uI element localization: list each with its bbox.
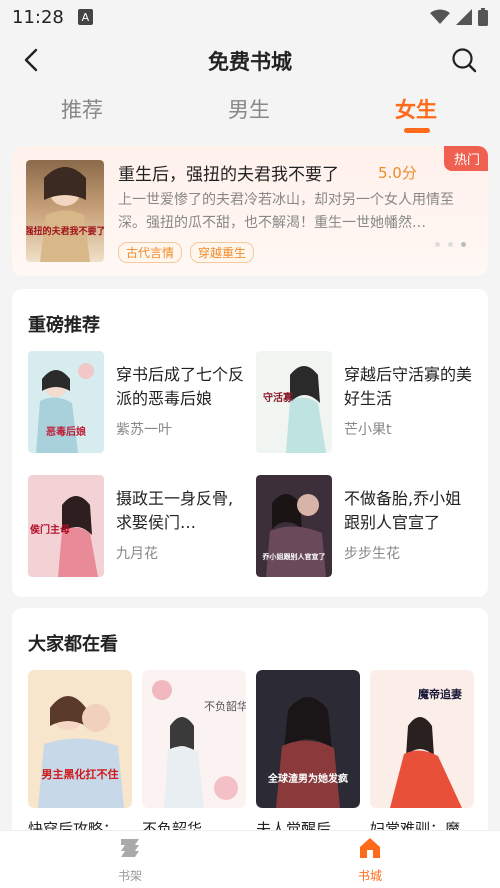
search-icon[interactable] [450,46,478,74]
popular-book-item[interactable]: 男主黑化扛不住 快穿后攻略： [28,670,132,838]
carousel-dots [435,242,466,247]
book-cover: 守活寡 [256,351,332,453]
nav-bookstore[interactable]: 书城 [330,835,410,884]
hot-book-description: 上一世爱惨了的夫君冷若冰山，却对另一个女人用情至深。强扭的瓜不甜，也不解渴！重生… [118,192,454,231]
hot-book-banner[interactable]: 强扭的夫君我不要了 重生后，强扭的夫君我不要了 5.0分 上一世爱惨了的夫君冷若… [12,146,488,276]
hot-book-title: 重生后，强扭的夫君我不要了 [118,165,339,185]
book-title: 穿书后成了七个反派的恶毒后娘 [116,365,245,408]
book-title: 穿越后守活寡的美好生活 [344,365,473,408]
tag-label: 古代言情 [118,242,183,263]
home-icon [360,838,380,858]
top-app-bar: 免费书城 [0,38,500,82]
carousel-dot [435,242,440,247]
svg-text:男主黑化扛不住: 男主黑化扛不住 [42,767,119,781]
popular-book-item[interactable]: 不负韶华 不负韶华 [142,670,246,838]
category-tabs: 推荐 男生 女生 [0,90,500,136]
nav-label: 书架 [117,869,142,883]
svg-text:不负韶华: 不负韶华 [204,699,246,713]
book-author: 九月花 [116,546,158,562]
featured-section: 重磅推荐 恶毒后娘 穿书后成了七个反派的恶毒后娘 紫苏一叶 守活寡 穿越后守活寡… [12,289,488,597]
popular-section: 大家都在看 男主黑化扛不住 快穿后攻略： 不负韶华 不负韶华 全球渣男为她发疯 … [12,608,488,838]
battery-icon [478,8,488,26]
book-cover: 恶毒后娘 [28,351,104,453]
book-cover: 魔帝追妻 [370,670,474,808]
book-author: 步步生花 [344,546,400,562]
featured-book-item[interactable]: 恶毒后娘 穿书后成了七个反派的恶毒后娘 紫苏一叶 [12,351,245,455]
featured-book-item[interactable]: 侯门主母 摄政王一身反骨,求娶侯门… 九月花 [12,475,242,579]
nav-label: 书城 [357,869,382,883]
nav-bookshelf[interactable]: 书架 [90,835,170,884]
tab-recommend[interactable]: 推荐 [61,94,103,124]
book-title: 摄政王一身反骨,求娶侯门… [116,489,234,532]
svg-text:恶毒后娘: 恶毒后娘 [46,425,86,438]
svg-text:侯门主母: 侯门主母 [30,523,70,536]
wifi-icon [430,9,450,24]
section-title: 大家都在看 [28,634,118,655]
tab-male[interactable]: 男生 [228,94,270,124]
status-bar: 11:28 A [0,0,500,34]
carousel-dot-active [461,242,466,247]
hot-badge: 热门 [443,146,488,171]
status-icons [430,8,488,26]
page-title: 免费书城 [208,50,292,74]
book-author: 紫苏一叶 [116,422,172,438]
book-author: 芒小果t [344,422,392,438]
svg-text:守活寡: 守活寡 [263,391,294,404]
status-time: 11:28 [12,6,64,28]
bookshelf-icon [121,839,139,857]
featured-book-item[interactable]: 守活寡 穿越后守活寡的美好生活 芒小果t [240,351,473,455]
notification-icon: A [77,9,93,25]
book-cover: 强扭的夫君我不要了 [26,160,104,262]
tag-label: 穿越重生 [190,242,255,263]
book-cover: 侯门主母 [28,475,104,577]
signal-icon [456,9,472,25]
book-cover: 不负韶华 [142,670,246,808]
svg-text:全球渣男为她发疯: 全球渣男为她发疯 [267,772,348,785]
bottom-navigation: 书架 书城 [0,830,500,888]
hot-book-tags: 古代言情 穿越重生 [118,242,255,263]
tab-female[interactable]: 女生 [395,94,437,124]
svg-text:强扭的夫君我不要了: 强扭的夫君我不要了 [26,225,104,237]
svg-text:魔帝追妻: 魔帝追妻 [418,687,462,701]
carousel-dot [448,242,453,247]
hot-book-score: 5.0分 [378,164,417,182]
featured-book-item[interactable]: 乔小姐跟别人官宣了 不做备胎,乔小姐跟别人官宣了 步步生花 [240,475,470,579]
svg-text:乔小姐跟别人官宣了: 乔小姐跟别人官宣了 [262,552,326,561]
popular-book-item[interactable]: 全球渣男为她发疯 夫人觉醒后 [256,670,360,838]
book-title: 不做备胎,乔小姐跟别人官宣了 [344,489,462,532]
active-tab-indicator [404,128,430,133]
section-title: 重磅推荐 [28,315,100,336]
book-cover: 全球渣男为她发疯 [256,670,360,808]
popular-book-item[interactable]: 魔帝追妻 妇常难驯：魔 [370,670,474,838]
book-cover: 乔小姐跟别人官宣了 [256,475,332,577]
book-cover: 男主黑化扛不住 [28,670,132,808]
